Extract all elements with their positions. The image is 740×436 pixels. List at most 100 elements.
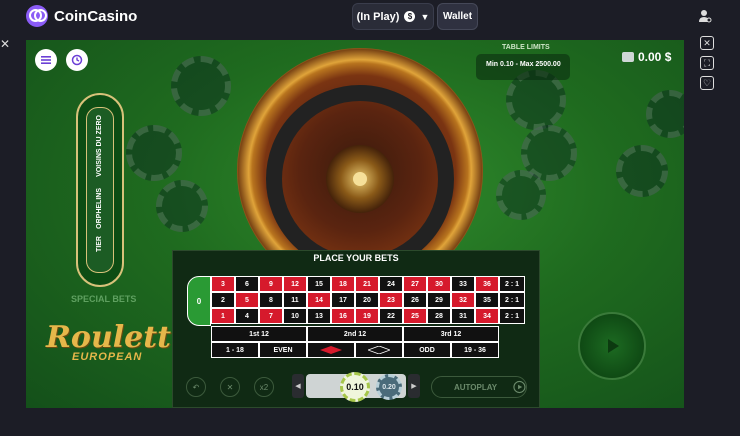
bet-cell-number[interactable]: 5 [235, 292, 259, 308]
bet-cell-zero[interactable]: 0 [187, 276, 211, 326]
currency-icon: $ [404, 11, 416, 22]
bet-cell-number[interactable]: 17 [331, 292, 355, 308]
bet-cell-number[interactable]: 6 [235, 276, 259, 292]
bet-cell-number[interactable]: 24 [379, 276, 403, 292]
special-bets-label[interactable]: SPECIAL BETS [71, 294, 136, 304]
spin-button[interactable] [578, 312, 646, 380]
bet-cell-number[interactable]: 32 [451, 292, 475, 308]
brand-logo[interactable]: CoinCasino [26, 5, 137, 27]
wheel-turret [353, 172, 367, 186]
bet-cell-number[interactable]: 10 [283, 308, 307, 324]
decorative-chip [156, 180, 208, 232]
decorative-chip [616, 145, 668, 197]
bet-cell-number[interactable]: 30 [427, 276, 451, 292]
bet-cell-number[interactable]: 20 [355, 292, 379, 308]
chip-selected[interactable]: 0.10 [340, 372, 370, 402]
bet-19-36[interactable]: 19 - 36 [451, 342, 499, 358]
bet-cell-number[interactable]: 34 [475, 308, 499, 324]
play-icon [608, 339, 619, 353]
bet-cell-number[interactable]: 18 [331, 276, 355, 292]
double-button[interactable]: x2 [254, 377, 274, 397]
bet-cell-number[interactable]: 2 [211, 292, 235, 308]
history-icon [71, 54, 83, 66]
game-logo-title: Roulette [46, 320, 191, 355]
chip-option[interactable]: 0.20 [376, 374, 402, 400]
decorative-chip [171, 56, 231, 116]
bet-even[interactable]: EVEN [259, 342, 307, 358]
column-bet[interactable]: 2 : 1 [499, 292, 525, 308]
close-icon[interactable]: ✕ [0, 37, 10, 51]
clear-button[interactable]: ✕ [220, 377, 240, 397]
decorative-chip [646, 90, 684, 138]
bet-cell-number[interactable]: 9 [259, 276, 283, 292]
undo-button[interactable]: ↶ [186, 377, 206, 397]
bet-cell-number[interactable]: 28 [427, 308, 451, 324]
balance-value: 0.00 $ [638, 50, 672, 64]
bet-cell-number[interactable]: 13 [307, 308, 331, 324]
bet-1-18[interactable]: 1 - 18 [211, 342, 259, 358]
play-mode-select[interactable]: (In Play) $ ▼ [352, 3, 434, 30]
history-button[interactable] [66, 49, 88, 71]
bet-cell-number[interactable]: 27 [403, 276, 427, 292]
race-label-tier[interactable]: TIER [96, 236, 103, 252]
bet-cell-number[interactable]: 26 [403, 292, 427, 308]
dozen-bet-1[interactable]: 1st 12 [211, 326, 307, 342]
bet-black[interactable] [355, 342, 403, 358]
red-diamond-icon [320, 346, 342, 354]
bet-cell-number[interactable]: 25 [403, 308, 427, 324]
bet-cell-number[interactable]: 3 [211, 276, 235, 292]
bet-cell-number[interactable]: 35 [475, 292, 499, 308]
bet-cell-number[interactable]: 16 [331, 308, 355, 324]
bet-odd[interactable]: ODD [403, 342, 451, 358]
undo-icon: ↶ [192, 382, 200, 392]
bet-cell-number[interactable]: 19 [355, 308, 379, 324]
close-icon: ✕ [703, 37, 711, 48]
play-mode-label: (In Play) [356, 10, 400, 23]
fullscreen-button[interactable]: ⛶ [700, 56, 714, 70]
autoplay-button[interactable]: AUTOPLAY [431, 376, 527, 398]
bet-red[interactable] [307, 342, 355, 358]
chip-stack-icon [622, 52, 634, 62]
bet-cell-number[interactable]: 14 [307, 292, 331, 308]
bet-cell-number[interactable]: 7 [259, 308, 283, 324]
bet-cell-number[interactable]: 15 [307, 276, 331, 292]
fullscreen-icon: ⛶ [703, 57, 711, 68]
bet-cell-number[interactable]: 29 [427, 292, 451, 308]
bet-cell-number[interactable]: 23 [379, 292, 403, 308]
dozen-bet-3[interactable]: 3rd 12 [403, 326, 499, 342]
decorative-chip [126, 125, 182, 181]
bet-cell-number[interactable]: 36 [475, 276, 499, 292]
column-bet[interactable]: 2 : 1 [499, 308, 525, 324]
board-title: PLACE YOUR BETS [313, 253, 399, 263]
autoplay-label: AUTOPLAY [454, 382, 498, 392]
user-icon[interactable] [698, 9, 712, 23]
bet-cell-number[interactable]: 12 [283, 276, 307, 292]
chip-next-button[interactable]: ▶ [408, 374, 420, 398]
chevron-down-icon: ▼ [420, 11, 430, 22]
chip-prev-button[interactable]: ◀ [292, 374, 304, 398]
close-icon: ✕ [226, 382, 234, 392]
chevron-left-icon: ◀ [295, 383, 301, 390]
bet-cell-number[interactable]: 22 [379, 308, 403, 324]
game-logo-subtitle: EUROPEAN [72, 351, 143, 363]
bet-cell-number[interactable]: 31 [451, 308, 475, 324]
bet-cell-number[interactable]: 4 [235, 308, 259, 324]
game-area: VOISINS DU ZERO ORPHELINS TIER SPECIAL B… [26, 40, 684, 408]
close-game-button[interactable]: ✕ [700, 36, 714, 50]
bet-cell-number[interactable]: 11 [283, 292, 307, 308]
bet-cell-number[interactable]: 21 [355, 276, 379, 292]
dozen-bet-2[interactable]: 2nd 12 [307, 326, 403, 342]
menu-icon [41, 56, 51, 64]
table-limits-value: Min 0.10 - Max 2500.00 [486, 61, 561, 68]
race-label-voisins[interactable]: VOISINS DU ZERO [96, 115, 103, 177]
wallet-button[interactable]: Wallet [437, 3, 478, 30]
bet-cell-number[interactable]: 1 [211, 308, 235, 324]
race-label-orphelins[interactable]: ORPHELINS [96, 188, 103, 229]
table-limits-title: TABLE LIMITS [502, 44, 550, 51]
bet-cell-number[interactable]: 8 [259, 292, 283, 308]
heart-icon: ♡ [702, 77, 712, 88]
bet-cell-number[interactable]: 33 [451, 276, 475, 292]
menu-button[interactable] [35, 49, 57, 71]
favorite-button[interactable]: ♡ [700, 76, 714, 90]
column-bet[interactable]: 2 : 1 [499, 276, 525, 292]
